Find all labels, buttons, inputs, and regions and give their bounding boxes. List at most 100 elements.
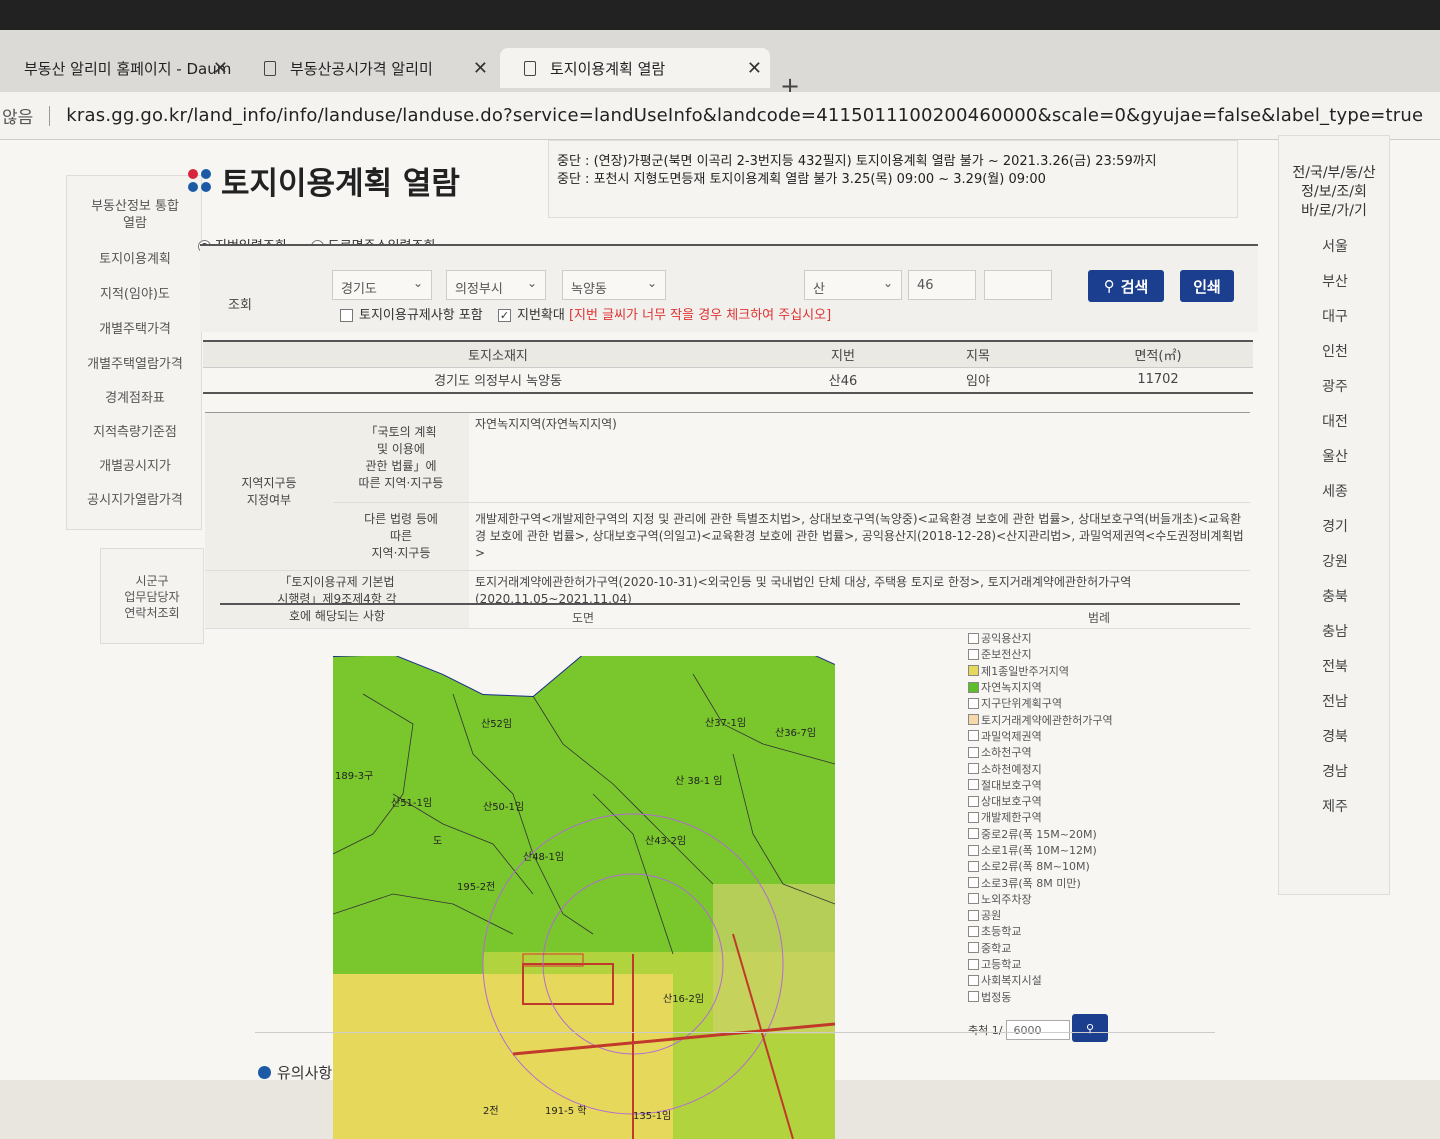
legend-item: 준보전산지 xyxy=(968,646,1208,662)
tab-land-use[interactable]: 토지이용계획 열람 ✕ xyxy=(500,48,770,88)
parcel-label: 산36-7임 xyxy=(775,726,816,739)
sigungu-select[interactable]: 의정부시 ⌄ xyxy=(446,270,546,300)
legend-label: 자연녹지지역 xyxy=(981,681,1042,695)
chevron-down-icon: ⌄ xyxy=(412,276,423,290)
map-section-header: 도면 범례 xyxy=(220,603,1240,625)
region-link[interactable]: 충북 xyxy=(1279,586,1391,606)
security-indicator[interactable]: 않음 xyxy=(2,103,33,128)
checkbox-label: 지번확대 xyxy=(517,308,565,323)
divider xyxy=(49,105,51,126)
right-nav-header: 전/국/부/동/산 정/보/조/회 바/로/가/기 xyxy=(1292,165,1376,219)
nav-item-house-price[interactable]: 개별주택가격 xyxy=(67,321,203,338)
region-link[interactable]: 인천 xyxy=(1279,341,1391,361)
legend-swatch xyxy=(968,925,979,937)
close-icon[interactable]: ✕ xyxy=(747,58,762,79)
table-header: 면적(㎡) xyxy=(1063,341,1253,368)
legend-label: 개발제한구역 xyxy=(981,811,1042,825)
region-link[interactable]: 서울 xyxy=(1279,236,1391,256)
legend-label: 준보전산지 xyxy=(981,648,1032,662)
nav-item-land-price-view[interactable]: 공시지가열람가격 xyxy=(67,492,203,509)
legend-label: 중학교 xyxy=(981,941,1012,955)
region-link[interactable]: 제주 xyxy=(1279,796,1391,816)
contact-lookup-link[interactable]: 시군구 업무담당자 연락처조회 xyxy=(100,548,204,644)
enlarge-option[interactable]: ✓ 지번확대 [지번 글씨가 너무 작을 경우 체크하여 주십시오] xyxy=(498,304,831,323)
close-icon[interactable]: ✕ xyxy=(213,58,228,79)
nav-item-integrated[interactable]: 부동산정보 통합 열람 xyxy=(67,198,203,232)
select-value: 경기도 xyxy=(341,282,377,297)
chevron-down-icon: ⌄ xyxy=(646,276,657,290)
region-link[interactable]: 대전 xyxy=(1279,411,1391,431)
legend-item: 과밀억제권역 xyxy=(968,728,1208,744)
nav-item-cadastral-map[interactable]: 지적(임야)도 xyxy=(67,286,203,303)
tab-price-alert[interactable]: 부동산공시가격 알리미 ✕ xyxy=(240,48,496,88)
search-label: 조회 xyxy=(228,298,252,313)
dong-select[interactable]: 녹양동 ⌄ xyxy=(562,270,666,300)
nav-item-land-use[interactable]: 토지이용계획 xyxy=(67,251,203,268)
legend-item: 상대보호구역 xyxy=(968,793,1208,809)
land-use-map[interactable]: 산52임 산51-1임 산50-1임 산 38-1 임 산48-1임 산43-2… xyxy=(333,634,835,1139)
legend-swatch xyxy=(968,746,979,758)
search-icon: ⚲ xyxy=(1103,277,1115,295)
close-icon[interactable]: ✕ xyxy=(473,58,488,79)
checkbox-checked-icon[interactable]: ✓ xyxy=(498,309,511,322)
scale-search-button[interactable]: ⚲ xyxy=(1072,1014,1108,1042)
region-link[interactable]: 충남 xyxy=(1279,621,1391,641)
parcel-label: 산 38-1 임 xyxy=(675,774,722,787)
search-form: 조회 경기도 ⌄ 의정부시 ⌄ 녹양동 ⌄ 산 ⌄ 46 토지이용규제사항 포함 ✓ 지번… xyxy=(200,244,1258,332)
table-row: 지역지구등 지정여부 「국토의 계획 및 이용에 관한 법률」에 따른 지역·지… xyxy=(205,412,1250,571)
legend-swatch xyxy=(968,714,979,726)
region-link[interactable]: 경기 xyxy=(1279,516,1391,536)
legend-swatch xyxy=(968,909,979,921)
region-link[interactable]: 전북 xyxy=(1279,656,1391,676)
search-button[interactable]: ⚲ 검색 xyxy=(1088,270,1164,302)
legend-item: 절대보호구역 xyxy=(968,777,1208,793)
checkbox-unchecked-icon[interactable] xyxy=(340,309,353,322)
region-link[interactable]: 경북 xyxy=(1279,726,1391,746)
legend-label: 소로3류(폭 8M 미만) xyxy=(981,876,1081,890)
nav-item-survey-points[interactable]: 지적측량기준점 xyxy=(67,424,203,441)
nav-item-house-price-view[interactable]: 개별주택열람가격 xyxy=(67,356,203,373)
legend-label: 토지거래계약에관한허가구역 xyxy=(981,713,1113,727)
nav-item-official-land-price[interactable]: 개별공시지가 xyxy=(67,458,203,475)
legend-label: 중로2류(폭 15M~20M) xyxy=(981,827,1097,841)
region-link[interactable]: 부산 xyxy=(1279,271,1391,291)
legend-swatch xyxy=(968,763,979,775)
region-link[interactable]: 대구 xyxy=(1279,306,1391,326)
bubun-input[interactable] xyxy=(984,270,1052,300)
region-link[interactable]: 전남 xyxy=(1279,691,1391,711)
legend-item: 소로3류(폭 8M 미만) xyxy=(968,874,1208,890)
url-text[interactable]: kras.gg.go.kr/land_info/info/landuse/lan… xyxy=(66,105,1423,126)
region-link[interactable]: 경남 xyxy=(1279,761,1391,781)
address-bar[interactable]: 않음 kras.gg.go.kr/land_info/info/landuse/… xyxy=(0,92,1440,140)
legend-item: 공원 xyxy=(968,907,1208,923)
print-button[interactable]: 인쇄 xyxy=(1180,270,1234,302)
enlarge-note: [지번 글씨가 너무 작을 경우 체크하여 주십시오] xyxy=(568,308,832,323)
legend-item: 자연녹지지역 xyxy=(968,679,1208,695)
san-select[interactable]: 산 ⌄ xyxy=(804,270,902,300)
scale-input[interactable]: 6000 xyxy=(1006,1020,1071,1040)
include-regulation-option[interactable]: 토지이용규제사항 포함 xyxy=(340,304,483,323)
legend-swatch xyxy=(968,730,979,742)
table-cell: 산46 xyxy=(793,367,893,394)
legend-item: 법정동 xyxy=(968,989,1208,1005)
legend-item: 공익용산지 xyxy=(968,630,1208,646)
zone-law1-value: 자연녹지지역(자연녹지지역) xyxy=(469,412,1250,503)
legend-label: 고등학교 xyxy=(981,958,1022,972)
parcel-label: 산43-2임 xyxy=(645,834,686,847)
select-value: 의정부시 xyxy=(455,282,503,297)
legend-label: 소로2류(폭 8M~10M) xyxy=(981,860,1090,874)
legend-swatch xyxy=(968,942,979,954)
tab-daum[interactable]: 부동산 알리미 홈페이지 - Daum ✕ xyxy=(0,48,236,88)
legend-swatch xyxy=(968,877,979,889)
region-link[interactable]: 세종 xyxy=(1279,481,1391,501)
title-dots-icon xyxy=(188,169,211,192)
region-link[interactable]: 광주 xyxy=(1279,376,1391,396)
region-link[interactable]: 울산 xyxy=(1279,446,1391,466)
bonbun-input[interactable]: 46 xyxy=(908,270,976,300)
legend-item: 소로2류(폭 8M~10M) xyxy=(968,858,1208,874)
region-link[interactable]: 강원 xyxy=(1279,551,1391,571)
legend-item: 사회복지시설 xyxy=(968,972,1208,988)
nav-item-boundary-coords[interactable]: 경계점좌표 xyxy=(67,390,203,407)
parcel-label: 산16-2임 xyxy=(663,992,704,1005)
sido-select[interactable]: 경기도 ⌄ xyxy=(332,270,432,300)
